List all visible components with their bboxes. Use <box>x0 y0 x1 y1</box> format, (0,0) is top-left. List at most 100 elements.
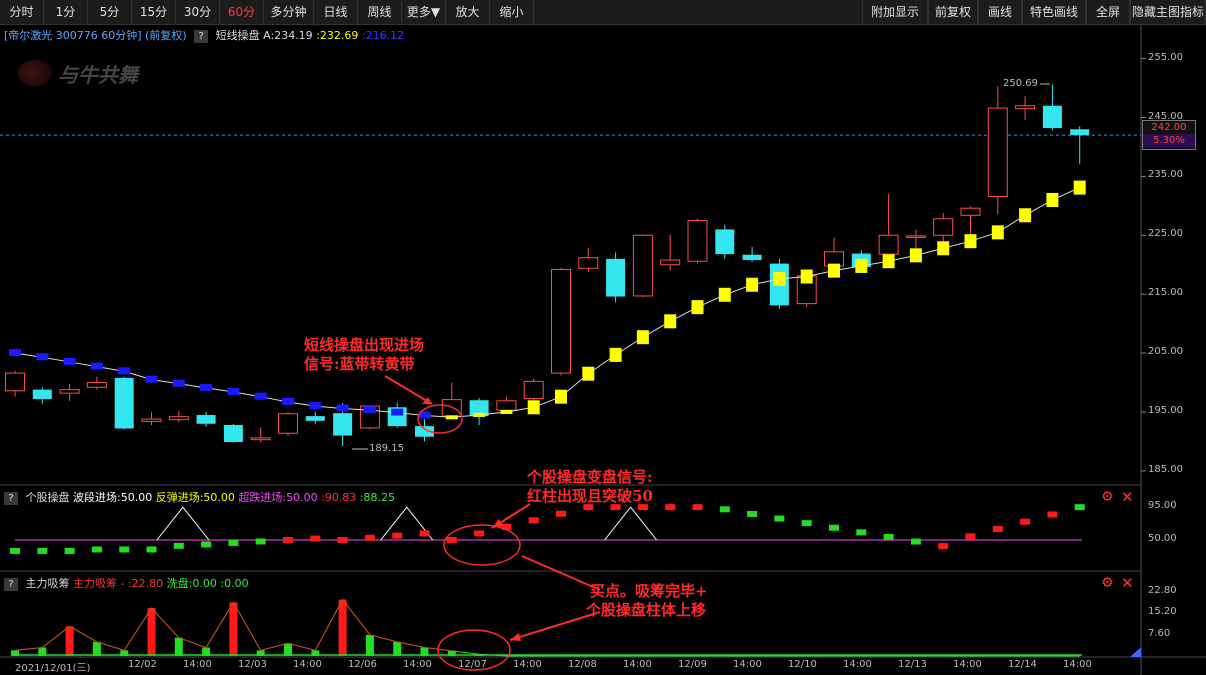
bull-logo-icon <box>18 60 52 86</box>
sub1-bar <box>10 547 20 554</box>
annotation-change-line2: 红柱出现且突破50 <box>527 487 653 505</box>
annotation-entry-line1: 短线操盘出现进场 <box>304 336 425 354</box>
high-price-mark: 250.69 <box>1003 78 1038 89</box>
time-axis-label: 2021/12/01(三) <box>15 663 91 674</box>
sub1-close-icon[interactable]: ✕ <box>1121 488 1134 506</box>
period-button-6[interactable]: 多分钟 <box>264 0 314 24</box>
annotation-arrowhead-change <box>492 519 503 528</box>
sub1-help-button[interactable]: ? <box>4 492 18 505</box>
sub1-bar <box>64 547 75 554</box>
sub1-bar <box>938 543 949 550</box>
band-marker-yellow <box>500 410 513 414</box>
tool-button-5[interactable]: 隐藏主图指标 <box>1130 0 1206 24</box>
time-axis-label: 12/02 <box>128 659 157 670</box>
main-chart-header: [帝尔激光 300776 60分钟] (前复权) ? 短线操盘 A:234.19… <box>4 27 404 43</box>
band-marker-blue <box>36 353 49 361</box>
candle-body <box>551 268 571 374</box>
sub1-bar <box>665 504 676 511</box>
price-axis-label: 195.00 <box>1148 405 1183 416</box>
price-axis-label: 215.00 <box>1148 287 1183 299</box>
period-button-1[interactable]: 1分 <box>44 0 88 24</box>
annotation-arrow-buy-up <box>521 555 601 591</box>
band-marker-blue <box>309 402 322 410</box>
candle-body <box>578 257 599 269</box>
price-axis-label: 225.00 <box>1148 228 1183 240</box>
candle-body <box>114 377 134 429</box>
band-marker-yellow <box>964 234 977 249</box>
band-marker-blue <box>118 367 131 375</box>
band-marker-yellow <box>636 330 649 345</box>
sub2-val-red: :22.80 <box>127 577 164 590</box>
period-button-9[interactable]: 更多▼ <box>402 0 446 24</box>
sub1-bar <box>992 526 1003 533</box>
candle-body <box>141 418 162 422</box>
sub2-red-bar <box>65 626 74 656</box>
tool-button-0[interactable]: 附加显示 <box>862 0 928 24</box>
tool-button-1[interactable]: 前复权 <box>928 0 978 24</box>
sub1-settings-icon[interactable]: ⚙ <box>1101 489 1114 505</box>
corner-indicator <box>1130 647 1141 657</box>
band-marker-blue <box>363 406 376 414</box>
sub1-bar <box>474 530 485 537</box>
candle-body <box>5 372 25 392</box>
candle-body <box>496 400 517 411</box>
annotation-arrowhead-buy <box>510 633 521 641</box>
band-marker-yellow <box>882 254 895 269</box>
time-axis-label: 14:00 <box>183 659 212 670</box>
sub1-axis-label: 95.00 <box>1148 500 1177 512</box>
sub1-wave-peak <box>156 506 210 541</box>
period-button-7[interactable]: 日线 <box>314 0 358 24</box>
sub1-bar <box>91 546 102 553</box>
sub2-absorb: 主力吸筹 - <box>73 577 125 590</box>
tool-button-4[interactable]: 全屏 <box>1086 0 1130 24</box>
period-button-5[interactable]: 60分 <box>220 0 264 24</box>
sub1-bar <box>719 506 730 513</box>
sub1-bar <box>1074 504 1085 511</box>
period-button-2[interactable]: 5分 <box>88 0 132 24</box>
sub1-bar <box>747 510 758 517</box>
indicator-value-3: :216.12 <box>361 29 405 42</box>
time-axis-label: 14:00 <box>623 659 652 670</box>
time-axis-label: 12/07 <box>458 659 487 670</box>
sub1-bar <box>201 541 212 548</box>
band-marker-yellow <box>1019 208 1032 223</box>
sub2-close-icon[interactable]: ✕ <box>1121 574 1134 592</box>
period-button-3[interactable]: 15分 <box>132 0 176 24</box>
sub1-val-green: :88.25 <box>359 491 396 504</box>
candle-body <box>86 382 107 388</box>
time-axis-label: 12/10 <box>788 659 817 670</box>
sub1-wave-peak <box>604 506 658 541</box>
sub2-green-bar <box>174 637 183 656</box>
sub2-settings-icon[interactable]: ⚙ <box>1101 575 1114 591</box>
period-button-8[interactable]: 周线 <box>358 0 402 24</box>
period-button-10[interactable]: 放大 <box>446 0 490 24</box>
band-marker-blue <box>254 392 267 400</box>
time-axis-label: 12/08 <box>568 659 597 670</box>
band-marker-blue <box>391 408 404 416</box>
indicator-value-2: :232.69 <box>316 29 359 42</box>
period-button-4[interactable]: 30分 <box>176 0 220 24</box>
sub2-green-bar <box>365 634 374 656</box>
candle-body <box>223 424 243 443</box>
candle-body <box>32 389 52 400</box>
sub1-bar <box>692 504 703 511</box>
period-button-11[interactable]: 缩小 <box>490 0 534 24</box>
candle-body <box>606 258 626 297</box>
band-marker-yellow <box>746 277 759 292</box>
sub1-rebound: 反弹进场:50.00 <box>155 491 235 504</box>
candle-body <box>960 207 981 216</box>
indicator-help-button[interactable]: ? <box>194 30 209 43</box>
annotation-change-line1: 个股操盘变盘信号: <box>527 468 653 486</box>
band-marker-yellow <box>582 366 595 381</box>
band-marker-yellow <box>800 269 813 284</box>
sub2-help-button[interactable]: ? <box>4 578 18 591</box>
current-price-tag: 242.00 5.30% <box>1142 120 1196 150</box>
candle-body <box>305 416 325 421</box>
tool-button-3[interactable]: 特色画线 <box>1022 0 1086 24</box>
band-marker-blue <box>9 349 21 357</box>
period-button-0[interactable]: 分时 <box>0 0 44 24</box>
time-axis-label: 12/09 <box>678 659 707 670</box>
tool-button-2[interactable]: 画线 <box>978 0 1022 24</box>
watermark-logo: 与牛共舞 <box>18 58 138 88</box>
sub2-axis-label: 22.80 <box>1148 584 1177 596</box>
